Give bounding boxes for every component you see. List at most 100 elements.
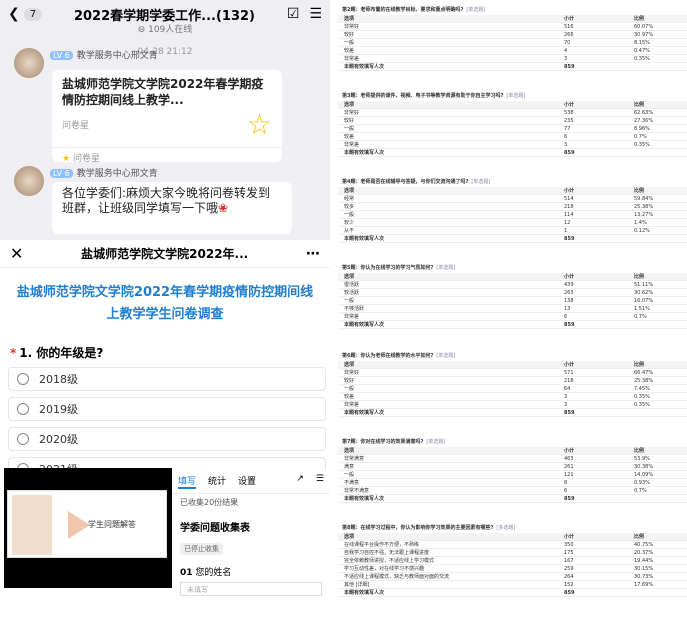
survey-card[interactable]: 盐城师范学院文学院2022年春学期疫情防控期间线上教学... 问卷星 ☆ ★ 问… <box>52 70 282 164</box>
question-type: [多选题] <box>496 525 516 531</box>
table-row: 在线课程平台操作不方便，不熟练 350 40.75% <box>338 541 687 549</box>
question-result-title: 第8题：在线学习过程中，你认为影响你学习效果的主要因素有哪些? [多选题] <box>338 522 687 533</box>
table-row: 不够活跃 13 1.51% <box>338 305 687 313</box>
more-icon[interactable]: ⋯ <box>306 246 320 262</box>
tab-stats[interactable]: 统计 <box>208 474 226 489</box>
question-result-block: 第3题：老师提供的课件、视频、电子书等教学资源有助于你自主学习吗? [单选题] 选项… <box>338 90 687 157</box>
table-cell: 51.11% <box>634 281 654 288</box>
table-cell: 3 <box>564 141 568 148</box>
table-cell: 0.35% <box>634 393 650 400</box>
question-1: * 1. 你的年级是? <box>10 344 330 361</box>
option-2019[interactable]: 2019级 <box>8 397 326 421</box>
table-cell: 59.84% <box>634 195 654 202</box>
table-cell: 175 <box>564 549 574 556</box>
table-cell: 一般 <box>344 40 355 46</box>
table-cell: 非常好 <box>344 24 360 30</box>
table-cell: 完全依赖教师讲授，不适应线上学习模式 <box>344 558 435 564</box>
table-cell: 6 <box>564 133 568 140</box>
table-cell: 一般 <box>344 298 355 304</box>
column-header: 比例 <box>634 448 645 454</box>
table-cell: 17.69% <box>634 581 654 588</box>
tab-settings[interactable]: 设置 <box>238 474 256 489</box>
form-title: 学委问题收集表 <box>180 523 250 534</box>
footer-label: 本题有效填写人次 <box>344 590 385 596</box>
menu-icon[interactable]: ☰ <box>316 474 324 489</box>
table-cell: 8 <box>564 479 568 486</box>
calendar-check-icon[interactable]: ☑ <box>287 6 300 22</box>
message-text: 各位学委们:麻烦大家今晚将问卷转发到班群，让班级同学填写一下哦❀ <box>62 186 282 216</box>
table-row: 不满意 8 0.93% <box>338 479 687 487</box>
table-row: 一般 70 8.15% <box>338 39 687 47</box>
table-row: 非常好 538 62.63% <box>338 109 687 117</box>
column-header: 比例 <box>634 534 645 540</box>
table-row: 其他 [详细] 152 17.69% <box>338 581 687 589</box>
survey-title: 盐城师范学院文学院2022年春学期疫情防控期间线上教学学生问卷调查 <box>16 285 314 322</box>
table-cell: 一般 <box>344 212 355 218</box>
back-button[interactable]: ❮ 7 <box>8 6 43 22</box>
table-cell: 114 <box>564 211 574 218</box>
question-1-text: 1. 你的年级是? <box>19 346 104 360</box>
online-dot-icon: ⊖ <box>137 25 146 35</box>
question-result-title: 第5题：你认为在线学习的学习气氛如何? [单选题] <box>338 262 687 273</box>
table-cell: 259 <box>564 565 574 572</box>
radio-icon[interactable] <box>17 403 29 415</box>
table-cell: 0.47% <box>634 47 650 54</box>
column-header: 比例 <box>634 362 645 368</box>
table-header: 选项 小计 比例 <box>338 361 687 369</box>
table-cell: 0.7% <box>634 487 647 494</box>
option-2020[interactable]: 2020级 <box>8 427 326 451</box>
question-result-block: 第5题：你认为在线学习的学习气氛如何? [单选题] 选项 小计 比例 很活跃 439 51.1… <box>338 262 687 329</box>
table-cell: 77 <box>564 125 571 132</box>
close-icon[interactable]: ✕ <box>10 244 23 263</box>
table-row: 自我学习自控不强，无法跟上课程进度 175 20.37% <box>338 549 687 557</box>
table-cell: 263 <box>564 289 574 296</box>
avatar[interactable] <box>14 166 44 196</box>
table-row: 较多 218 25.38% <box>338 203 687 211</box>
question-label: 您的姓名 <box>195 568 232 578</box>
table-header: 选项 小计 比例 <box>338 101 687 109</box>
footer-total: 859 <box>564 409 575 416</box>
chat-title: 2022春学期学委工作...(132) <box>73 8 255 24</box>
table-cell: 13 <box>564 305 571 312</box>
table-cell: 非常好 <box>344 110 360 116</box>
avatar[interactable] <box>14 48 44 78</box>
share-icon[interactable]: ↗ <box>296 474 304 489</box>
table-cell: 30.38% <box>634 463 654 470</box>
table-cell: 64 <box>564 385 571 392</box>
table-cell: 非常差 <box>344 402 360 408</box>
option-2018[interactable]: 2018级 <box>8 367 326 391</box>
table-row: 非常好 516 60.07% <box>338 23 687 31</box>
footer-label: 本题有效填写人次 <box>344 64 385 70</box>
radio-icon[interactable] <box>17 433 29 445</box>
table-cell: 266 <box>564 31 574 38</box>
question-type: [单选题] <box>436 265 456 271</box>
status-badge: 已停止收集 <box>180 543 223 555</box>
radio-icon[interactable] <box>17 373 29 385</box>
tab-fill[interactable]: 填写 <box>178 474 197 489</box>
table-cell: 60.07% <box>634 23 654 30</box>
question-title-text: 第3题：老师提供的课件、视频、电子书等教学资源有助于你自主学习吗? <box>342 93 504 99</box>
question-result-block: 第7题：你对在线学习的效果满意吗? [单选题] 选项 小计 比例 非常满意 463 53.9%… <box>338 436 687 503</box>
column-header: 选项 <box>344 534 355 540</box>
table-footer: 本题有效填写人次 859 <box>338 495 687 503</box>
footer-label: 本题有效填写人次 <box>344 410 385 416</box>
table-cell: 40.75% <box>634 541 654 548</box>
text-bubble[interactable]: 各位学委们:麻烦大家今晚将问卷转发到班群，让班级同学填写一下哦❀ <box>52 182 292 234</box>
sender-line: LV 6 教学服务中心邢文青 <box>50 48 158 61</box>
column-header: 比例 <box>634 16 645 22</box>
table-cell: 70 <box>564 39 571 46</box>
table-cell: 7.45% <box>634 385 650 392</box>
menu-icon[interactable]: ☰ <box>309 6 322 22</box>
table-cell: 经常 <box>344 196 355 202</box>
name-input[interactable]: 未填写 <box>180 582 322 596</box>
column-header: 选项 <box>344 362 355 368</box>
table-row: 较活跃 263 30.62% <box>338 289 687 297</box>
table-cell: 较好 <box>344 118 355 124</box>
chat-panel: ❮ 7 2022春学期学委工作...(132) ☑ ☰ ⊖ 109人在线 04-… <box>0 0 330 240</box>
table-cell: 非常不满意 <box>344 488 370 494</box>
table-footer: 本题有效填写人次 859 <box>338 321 687 329</box>
table-cell: 16.07% <box>634 297 654 304</box>
question-type: [单选题] <box>466 7 486 13</box>
table-cell: 0.35% <box>634 401 650 408</box>
footer-label: 本题有效填写人次 <box>344 322 385 328</box>
